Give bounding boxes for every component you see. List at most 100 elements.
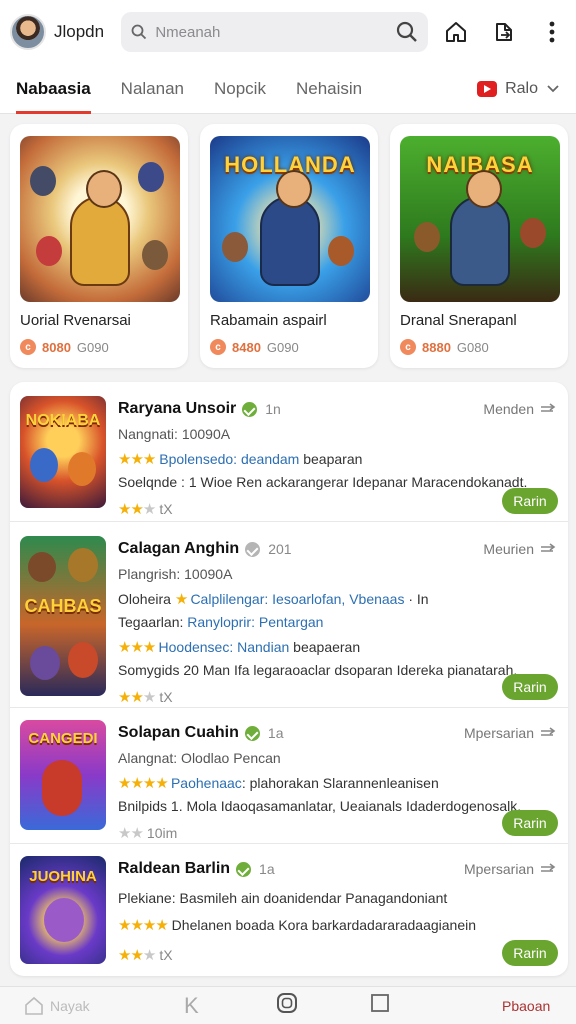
featured-games: Uorial Rvenarsai c 8080 G090 HOLLANDA Ra… (10, 124, 568, 368)
featured-meta: c 8480 G090 (210, 339, 368, 355)
featured-price: 8080 (42, 339, 71, 355)
nav-recents-icon[interactable] (370, 993, 390, 1018)
search-input[interactable]: Nmeanah (155, 24, 396, 41)
tag-link: Hoodensec: Nandian (158, 639, 290, 655)
rating: ★★ 10im (118, 824, 556, 842)
nav-home-circle-icon[interactable] (276, 992, 298, 1019)
tag-text: Dhelanen boada Kora barkardadararadaagia… (167, 917, 477, 933)
featured-price: 8480 (232, 339, 261, 355)
tab-nopcik[interactable]: Nopcik (214, 64, 266, 114)
game-subtitle: Nangnati: 10090A (118, 426, 231, 442)
game-list: NOKIABA Raryana Unsoir 1n Menden Nangnat… (10, 382, 568, 976)
game-title[interactable]: Solapan Cuahin (118, 724, 239, 742)
tag-text: · In (404, 591, 429, 607)
game-count: 1a (267, 725, 284, 741)
follow-link[interactable]: Meurien (483, 541, 556, 557)
app-header: Jlopdn Nmeanah (0, 0, 576, 64)
coin-icon: c (400, 339, 416, 355)
install-button[interactable]: Rarin (502, 488, 558, 514)
rating-label: 10im (146, 825, 178, 841)
stars-icon: ★★★ (118, 451, 156, 468)
video-filter[interactable]: Ralo (477, 80, 560, 98)
game-cover-image: NAIBASA (400, 136, 560, 302)
rating: ★★★ tX (118, 688, 556, 706)
search-icon (131, 24, 147, 40)
tag-text: beaparan (299, 451, 363, 467)
featured-card[interactable]: Uorial Rvenarsai c 8080 G090 (10, 124, 188, 368)
nav-home-label: Nayak (50, 997, 90, 1014)
more-vertical-icon[interactable] (538, 18, 566, 46)
rating-label: tX (159, 947, 173, 963)
video-filter-label: Ralo (505, 79, 538, 97)
follow-label: Menden (483, 401, 534, 417)
search-bar[interactable]: Nmeanah (121, 12, 428, 52)
game-thumbnail: CANGEDI (20, 720, 106, 830)
tag-text: : plahorakan Slarannenleanisen (241, 775, 439, 791)
home-icon[interactable] (442, 18, 470, 46)
tab-nabaasia[interactable]: Nabaasia (16, 64, 91, 114)
system-nav-bar: Nayak K Pbaoan (0, 986, 576, 1024)
arrow-right-icon (541, 727, 556, 736)
game-description: Somygids 20 Man Ifa legaraoaclar dsopara… (118, 662, 518, 678)
tab-nalanan[interactable]: Nalanan (121, 64, 184, 114)
install-button[interactable]: Rarin (502, 674, 558, 700)
chevron-down-icon (547, 84, 559, 92)
coin-icon: c (20, 339, 36, 355)
game-thumbnail: CAHBAS (20, 536, 106, 696)
featured-title: Uorial Rvenarsai (20, 312, 131, 329)
follow-link[interactable]: Mpersarian (464, 861, 556, 877)
game-tags-2: ★★★ Hoodensec: Nandian beapaeran (118, 638, 556, 656)
game-title[interactable]: Calagan Anghin (118, 540, 239, 558)
star-icon: ★ (174, 591, 191, 608)
stars-icon: ★★★★ (118, 775, 171, 792)
tab-nehaisin[interactable]: Nehaisin (296, 64, 362, 114)
game-description: Bnilpids 1. Mola Idaoqasamanlatar, Ueaia… (118, 798, 522, 814)
tag-link: Calplilengar: Iesoarlofan, Vbenaas (190, 591, 405, 607)
tag-prefix: Oloheira (118, 591, 175, 607)
game-title[interactable]: Raldean Barlin (118, 860, 230, 878)
tag-link: Paohenaac (170, 775, 242, 791)
tag-link: Bpolensedo: deandam (159, 451, 300, 467)
arrow-right-icon (541, 863, 556, 872)
featured-meta-text: G080 (456, 339, 489, 355)
follow-label: Mpersarian (463, 725, 534, 741)
nav-back[interactable]: K (184, 993, 199, 1019)
featured-meta-text: G090 (266, 339, 299, 355)
list-item[interactable]: CAHBAS Calagan Anghin 201 Meurien Plangr… (10, 522, 568, 708)
list-item[interactable]: NOKIABA Raryana Unsoir 1n Menden Nangnat… (10, 382, 568, 522)
install-button[interactable]: Rarin (502, 940, 558, 966)
list-item[interactable]: JUOHINA Raldean Barlin 1a Mpersarian Ple… (10, 844, 568, 976)
rating-stars-icon: ★★★ (118, 689, 156, 706)
nav-right-item[interactable]: Pbaoan (502, 998, 550, 1014)
featured-card[interactable]: HOLLANDA Rabamain aspairl c 8480 G090 (200, 124, 378, 368)
game-tags: Oloheira ★ Calplilengar: Iesoarlofan, Vb… (118, 590, 556, 608)
game-cover-image (20, 136, 180, 302)
game-tags: ★★★ Bpolensedo: deandam beaparan (118, 450, 556, 468)
stars-icon: ★★★★ (118, 917, 169, 934)
stars-icon: ★★★ (118, 639, 159, 656)
featured-meta: c 8080 G090 (20, 339, 178, 355)
game-description: Soelqnde : 1 Wioe Ren ackarangerar Idepa… (118, 474, 528, 490)
coin-icon: c (210, 339, 226, 355)
search-submit-icon[interactable] (396, 21, 418, 43)
rating: ★★★ tX (118, 946, 556, 964)
install-button[interactable]: Rarin (502, 810, 558, 836)
rating-stars-icon: ★★★ (118, 501, 156, 518)
follow-link[interactable]: Menden (483, 401, 556, 417)
game-title[interactable]: Raryana Unsoir (118, 400, 236, 418)
share-icon[interactable] (490, 18, 518, 46)
game-cover-image: HOLLANDA (210, 136, 370, 302)
featured-title: Dranal Snerapanl (400, 312, 517, 329)
verified-icon (236, 861, 252, 877)
game-tags: ★★★★ Dhelanen boada Kora barkardadararad… (118, 916, 556, 934)
featured-meta-text: G090 (76, 339, 109, 355)
rating-label: tX (159, 689, 173, 705)
game-thumbnail: NOKIABA (20, 396, 106, 508)
featured-card[interactable]: NAIBASA Dranal Snerapanl c 8880 G080 (390, 124, 568, 368)
avatar[interactable] (10, 14, 46, 50)
nav-home[interactable]: Nayak (24, 996, 90, 1016)
rating-stars-icon: ★★ (118, 825, 144, 842)
username-label: Jlopdn (54, 22, 105, 41)
follow-link[interactable]: Mpersarian (464, 725, 556, 741)
list-item[interactable]: CANGEDI Solapan Cuahin 1a Mpersarian Ala… (10, 708, 568, 844)
